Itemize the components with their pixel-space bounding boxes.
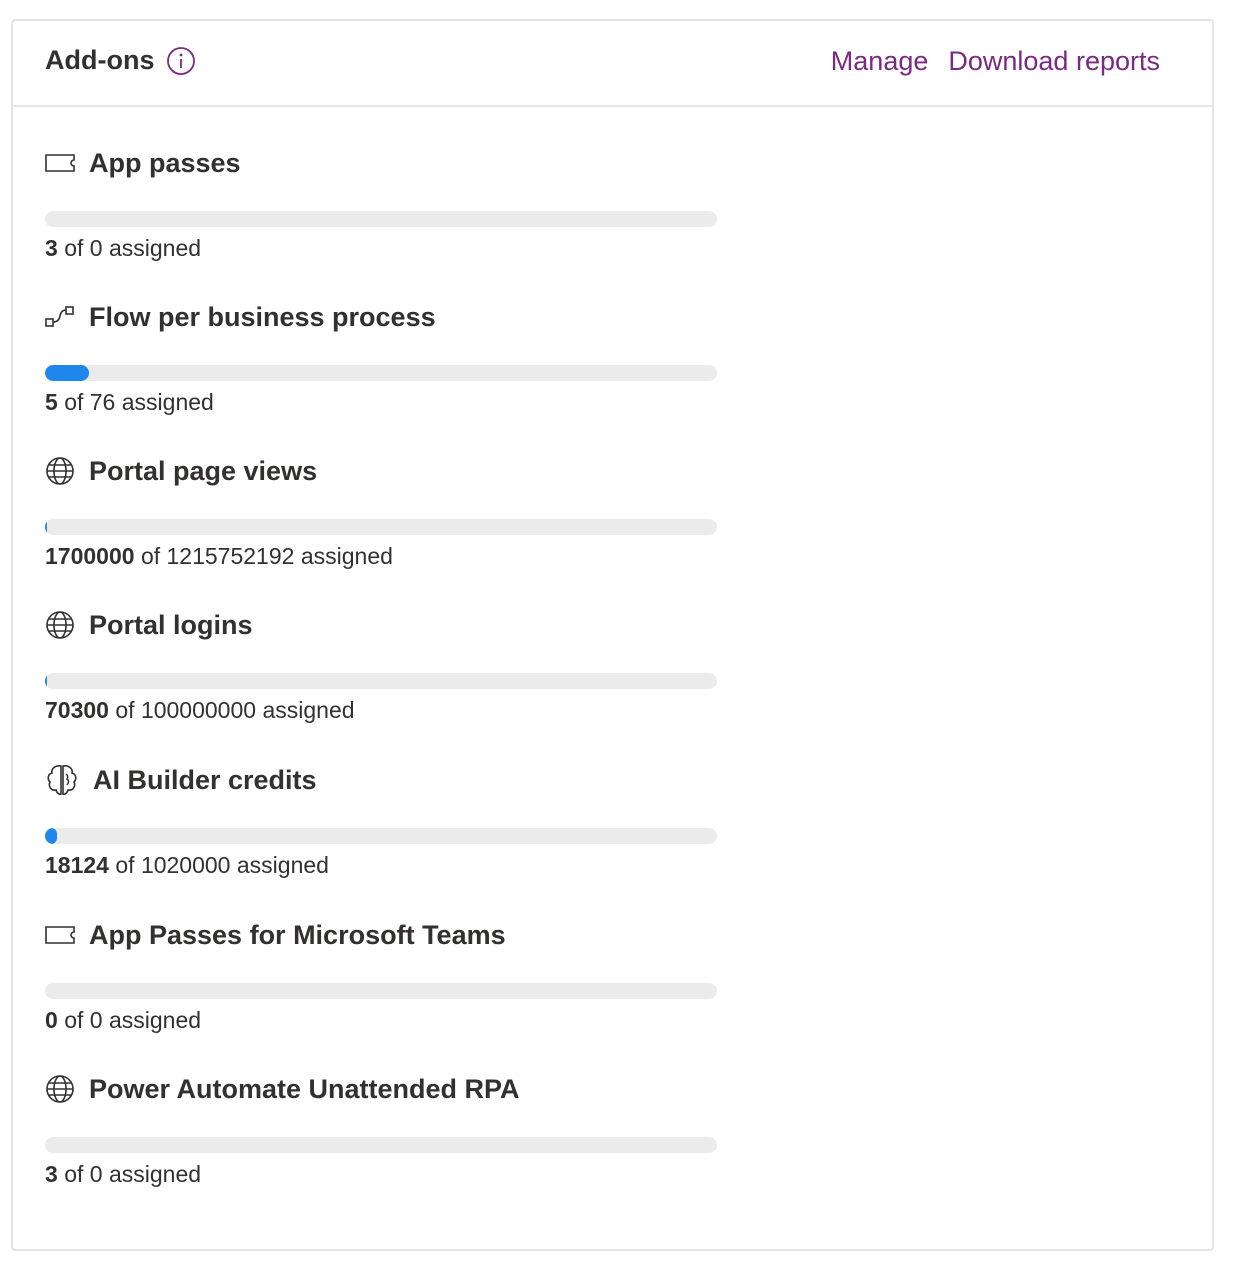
assigned-suffix: assigned [108,1007,202,1033]
addon-name: App passes [89,147,241,178]
addon-name: Flow per business process [89,301,436,332]
addon-title: AI Builder credits [45,762,725,798]
usage-progress-bar [45,983,717,999]
assigned-suffix: assigned [108,235,202,261]
addon-name: AI Builder credits [93,764,317,795]
addon-title: Power Automate Unattended RPA [45,1071,725,1107]
assigned-total: 1020000 [140,852,231,878]
addon-item-app-passes: App passes 3 of 0 assigned [45,145,725,265]
ticket-icon [45,148,75,178]
assigned-suffix: assigned [300,543,393,569]
assigned-total: 76 [89,389,116,415]
assigned-count: 18124 [45,852,109,878]
assigned-of: of [64,1007,84,1033]
usage-progress-bar [45,365,717,381]
assigned-total: 0 [89,235,103,261]
addon-title: Portal page views [45,453,725,489]
assigned-suffix: assigned [236,852,329,878]
addon-title: Portal logins [45,607,725,643]
card-title: Add-ons [45,45,155,75]
usage-progress-bar [45,1137,717,1153]
assigned-count: 1700000 [45,543,135,569]
assigned-total: 0 [89,1161,103,1187]
addon-name: Power Automate Unattended RPA [89,1073,520,1104]
assigned-of: of [64,389,84,415]
addon-title: App passes [45,145,725,181]
assigned-of: of [64,1161,84,1187]
assigned-of: of [115,697,135,723]
info-icon[interactable] [166,46,196,76]
addon-item-flow-per-business-process: Flow per business process 5 of 76 assign… [45,299,725,419]
usage-progress-fill [45,365,90,381]
assigned-of: of [140,543,161,569]
assigned-count: 3 [45,1161,58,1187]
assigned-of: of [115,852,135,878]
assigned-count: 70300 [45,697,109,723]
header-actions: Manage Download reports [831,45,1160,77]
assigned-count: 0 [45,1007,58,1033]
assigned-count: 5 [45,389,58,415]
usage-progress-bar [45,211,717,227]
addon-item-ai-builder-credits: AI Builder credits 18124 of 1020000 assi… [45,762,725,882]
card-title-group: Add-ons [45,45,196,76]
ticket-icon [45,920,75,950]
assigned-of: of [64,235,84,261]
download-reports-link[interactable]: Download reports [948,45,1160,77]
assigned-text: 0 of 0 assigned [45,1007,201,1034]
addon-name: Portal page views [89,455,318,486]
assigned-text: 18124 of 1020000 assigned [45,852,329,879]
addon-title: Flow per business process [45,299,725,335]
addon-item-portal-page-views: Portal page views 1700000 of 1215752192 … [45,453,725,573]
assigned-total: 100000000 [140,697,257,723]
usage-progress-fill [45,673,47,689]
assigned-total: 1215752192 [166,543,295,569]
addon-name: Portal logins [89,609,253,640]
globe-icon [45,456,75,486]
assigned-text: 3 of 0 assigned [45,1161,201,1188]
usage-progress-fill [45,828,57,844]
usage-progress-bar [45,519,717,535]
usage-progress-bar [45,673,717,689]
brain-icon [45,763,79,797]
assigned-count: 3 [45,235,58,261]
assigned-total: 0 [89,1007,103,1033]
card-header: Add-ons Manage Download reports [13,21,1212,107]
assigned-suffix: assigned [262,697,355,723]
flow-icon [45,302,75,332]
assigned-suffix: assigned [121,389,214,415]
manage-link[interactable]: Manage [831,45,929,77]
globe-icon [45,610,75,640]
addon-item-app-passes-for-microsoft-teams: App Passes for Microsoft Teams 0 of 0 as… [45,917,725,1037]
addon-name: App Passes for Microsoft Teams [89,919,506,950]
assigned-text: 3 of 0 assigned [45,235,201,262]
addon-title: App Passes for Microsoft Teams [45,917,725,953]
assigned-text: 1700000 of 1215752192 assigned [45,543,393,570]
assigned-text: 5 of 76 assigned [45,389,214,416]
globe-icon [45,1074,75,1104]
usage-progress-fill [45,519,47,535]
usage-progress-bar [45,828,717,844]
assigned-suffix: assigned [108,1161,202,1187]
assigned-text: 70300 of 100000000 assigned [45,697,355,724]
addon-item-portal-logins: Portal logins 70300 of 100000000 assigne… [45,607,725,727]
add-ons-card: Add-ons Manage Download reports App pass… [11,19,1214,1251]
addon-item-power-automate-unattended-rpa: Power Automate Unattended RPA 3 of 0 ass… [45,1071,725,1191]
